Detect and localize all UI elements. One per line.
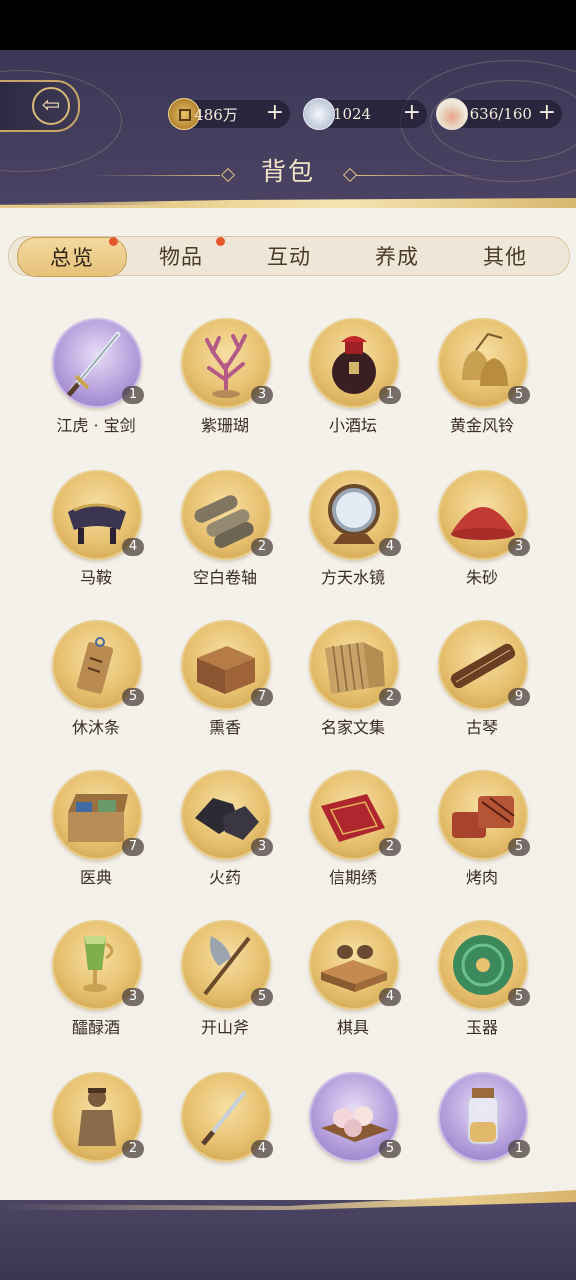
tab-label: 总览 — [50, 246, 94, 270]
item-count-badge: 5 — [508, 386, 530, 404]
item-name: 玉器 — [465, 1018, 498, 1037]
item-count-badge: 7 — [251, 688, 273, 706]
back-button[interactable]: ⇦ — [0, 80, 80, 132]
item-count-badge: 2 — [379, 688, 401, 706]
silver-currency: 1024 + — [303, 98, 427, 130]
item-count-badge: 2 — [251, 538, 273, 556]
item-count-badge: 5 — [122, 688, 144, 706]
item-slot[interactable]: 2 名家文集 — [293, 620, 413, 760]
item-slot[interactable]: 5 黄金风铃 — [422, 318, 542, 458]
bottom-background — [0, 1200, 576, 1280]
item-name: 紫珊瑚 — [200, 416, 249, 435]
tab-overview-notification-dot — [109, 237, 118, 246]
item-name: 开山斧 — [200, 1018, 249, 1037]
item-slot[interactable]: 4 方天水镜 — [293, 470, 413, 610]
tab-label: 其他 — [483, 245, 527, 269]
item-slot[interactable]: 4 棋具 — [293, 920, 413, 1060]
item-count-badge: 3 — [251, 386, 273, 404]
item-slot[interactable]: 3 朱砂 — [422, 470, 542, 610]
item-slot[interactable]: 1 小酒坛 — [293, 318, 413, 458]
add-silver-button[interactable]: + — [403, 101, 421, 125]
item-count-badge: 4 — [122, 538, 144, 556]
item-count-badge: 2 — [122, 1140, 144, 1158]
item-slot[interactable]: 2 空白卷轴 — [165, 470, 285, 610]
item-slot[interactable]: 3 紫珊瑚 — [165, 318, 285, 458]
item-count-badge: 2 — [379, 838, 401, 856]
item-name: 休沐条 — [71, 718, 120, 737]
item-slot[interactable]: 5 开山斧 — [165, 920, 285, 1060]
item-name: 醽醁酒 — [71, 1018, 120, 1037]
item-slot[interactable]: 5 休沐条 — [36, 620, 156, 760]
item-slot[interactable]: 1 江虎 · 宝剑 — [36, 318, 156, 458]
item-count-badge: 4 — [379, 988, 401, 1006]
tab-interact[interactable]: 互动 — [235, 237, 343, 275]
item-name: 朱砂 — [465, 568, 498, 587]
item-name: 黄金风铃 — [449, 416, 514, 435]
item-slot[interactable]: 3 醽醁酒 — [36, 920, 156, 1060]
item-count-badge: 1 — [379, 386, 401, 404]
item-count-badge: 5 — [508, 838, 530, 856]
food-value: 1636/160 — [460, 105, 532, 123]
item-name: 空白卷轴 — [192, 568, 257, 587]
copper-value: 486万 — [194, 105, 238, 124]
item-count-badge: 3 — [508, 538, 530, 556]
copper-currency: 486万 + — [168, 98, 290, 130]
tab-label: 互动 — [267, 245, 311, 269]
item-count-badge: 1 — [508, 1140, 530, 1158]
item-name: 熏香 — [208, 718, 241, 737]
item-slot[interactable]: 3 火药 — [165, 770, 285, 910]
item-count-badge: 9 — [508, 688, 530, 706]
item-name: 小酒坛 — [328, 416, 377, 435]
item-slot[interactable]: 1 — [422, 1072, 542, 1175]
item-count-badge: 7 — [122, 838, 144, 856]
item-grid: 1 江虎 · 宝剑 3 紫珊瑚 1 小酒坛 5 黄金风铃 4 马鞍 2 空白卷轴… — [0, 290, 576, 1175]
item-slot[interactable]: 9 古琴 — [422, 620, 542, 760]
add-food-button[interactable]: + — [538, 101, 556, 125]
item-name: 火药 — [208, 868, 241, 887]
previous-row-cut-off — [0, 290, 576, 292]
item-count-badge: 5 — [508, 988, 530, 1006]
tab-bar: 总览 物品 互动 养成 其他 — [8, 236, 570, 277]
item-slot[interactable]: 4 马鞍 — [36, 470, 156, 610]
tab-label: 物品 — [159, 245, 203, 269]
item-name: 江虎 · 宝剑 — [56, 416, 136, 435]
item-count-badge: 4 — [251, 1140, 273, 1158]
tab-other[interactable]: 其他 — [451, 237, 559, 275]
tab-cultivate[interactable]: 养成 — [343, 237, 451, 275]
food-currency: 1636/160 + — [436, 98, 562, 130]
item-count-badge: 5 — [379, 1140, 401, 1158]
page-title: 背包 — [260, 157, 315, 186]
item-name: 马鞍 — [79, 568, 112, 587]
item-name: 名家文集 — [320, 718, 385, 737]
back-arrow-icon: ⇦ — [32, 87, 70, 125]
item-name: 医典 — [79, 868, 112, 887]
item-slot[interactable]: 5 — [293, 1072, 413, 1175]
tab-label: 养成 — [375, 245, 419, 269]
item-name: 古琴 — [465, 718, 498, 737]
item-slot[interactable]: 2 — [36, 1072, 156, 1175]
item-name: 烤肉 — [465, 868, 498, 887]
title-ornament-right — [356, 175, 486, 176]
item-count-badge: 4 — [379, 538, 401, 556]
item-slot[interactable]: 7 医典 — [36, 770, 156, 910]
item-slot[interactable]: 4 — [165, 1072, 285, 1175]
tab-items-notification-dot — [216, 237, 225, 246]
item-count-badge: 5 — [251, 988, 273, 1006]
item-name: 棋具 — [336, 1018, 369, 1037]
add-copper-button[interactable]: + — [266, 101, 284, 125]
item-name: 方天水镜 — [320, 568, 385, 587]
item-count-badge: 3 — [251, 838, 273, 856]
item-slot[interactable]: 7 熏香 — [165, 620, 285, 760]
status-bar-area — [0, 0, 576, 50]
silver-value: 1024 — [332, 105, 372, 123]
item-slot[interactable]: 5 烤肉 — [422, 770, 542, 910]
item-name: 信期绣 — [328, 868, 377, 887]
item-slot[interactable]: 5 玉器 — [422, 920, 542, 1060]
item-count-badge: 3 — [122, 988, 144, 1006]
item-count-badge: 1 — [122, 386, 144, 404]
item-slot[interactable]: 2 信期绣 — [293, 770, 413, 910]
